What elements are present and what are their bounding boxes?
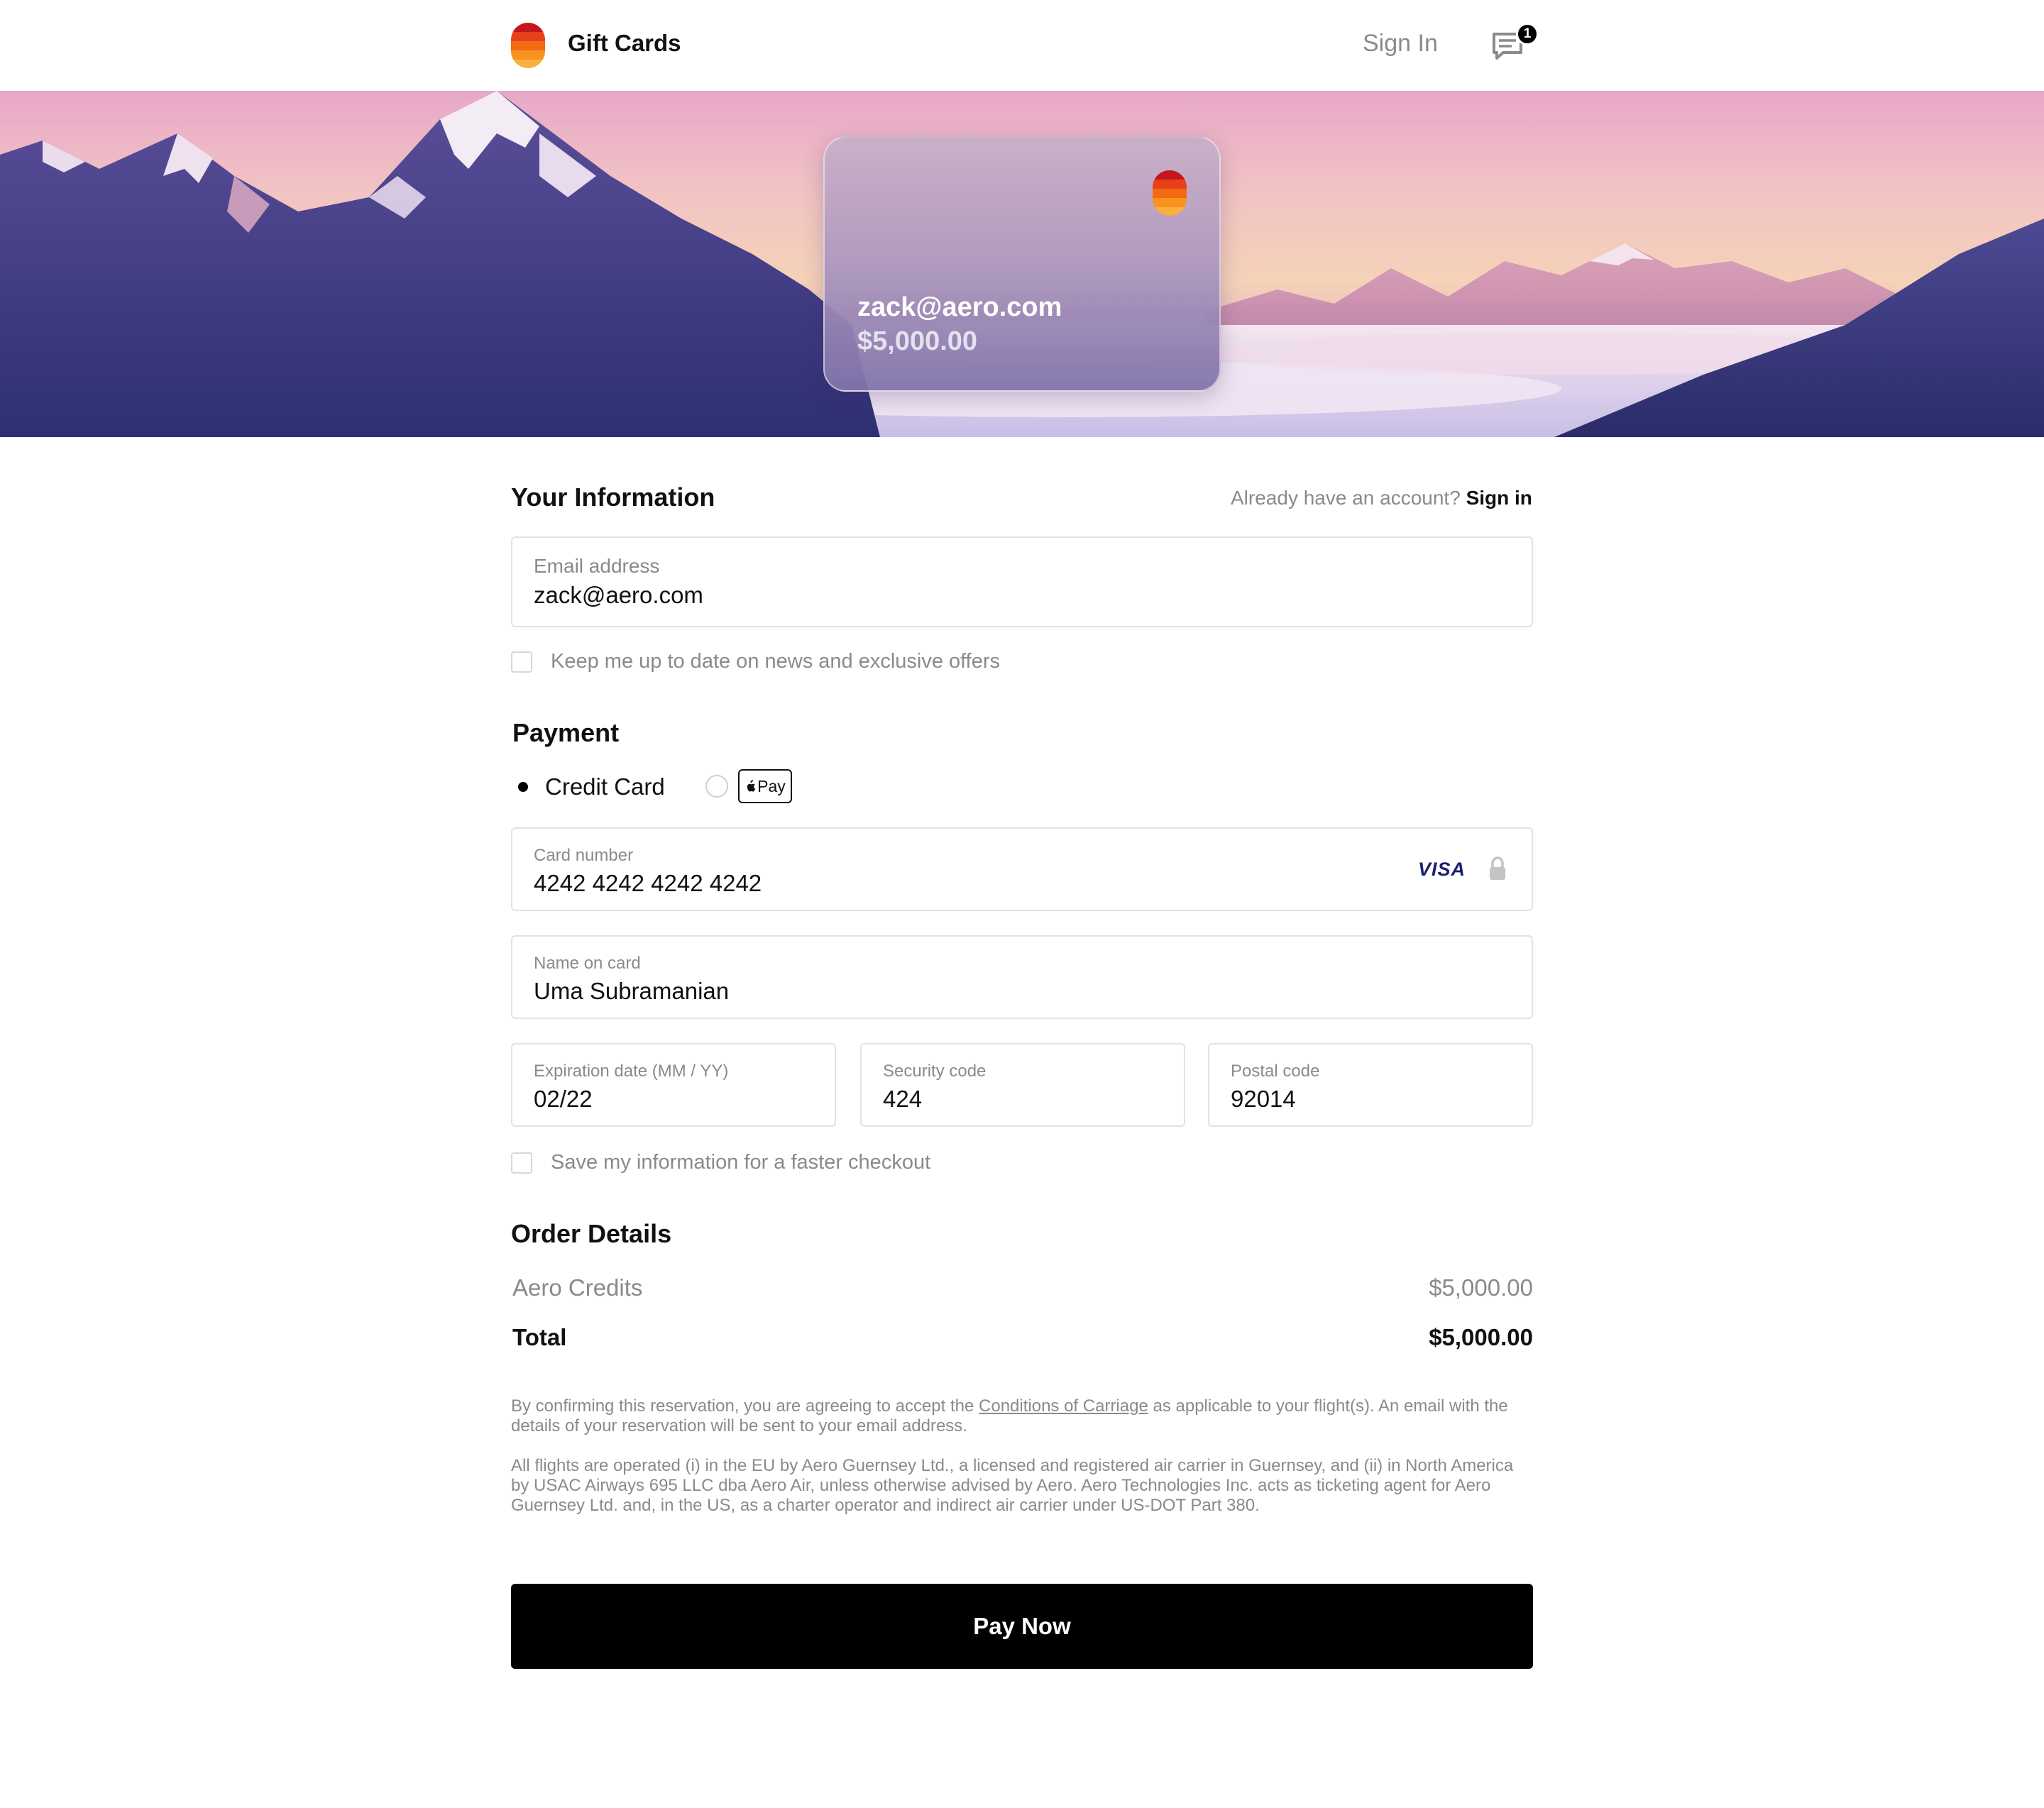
terms-paragraph: By confirming this reservation, you are …	[511, 1396, 1533, 1436]
postal-code-field[interactable]: Postal code 92014	[1208, 1043, 1533, 1127]
conditions-of-carriage-link[interactable]: Conditions of Carriage	[979, 1396, 1148, 1416]
save-info-checkbox[interactable]	[511, 1152, 532, 1174]
payment-heading: Payment	[512, 718, 620, 747]
sign-in-button[interactable]: Sign In	[1363, 30, 1438, 57]
card-amount: $5,000.00	[857, 326, 978, 356]
your-information-heading: Your Information	[511, 483, 715, 512]
hero-banner: zack@aero.com $5,000.00	[0, 91, 2044, 437]
visa-icon: VISA	[1418, 859, 1466, 880]
card-number-label: Card number	[534, 846, 634, 865]
postal-code-label: Postal code	[1231, 1062, 1320, 1081]
postal-code-value[interactable]: 92014	[1231, 1086, 1296, 1113]
email-field[interactable]: Email address zack@aero.com	[511, 536, 1533, 627]
order-item-label: Aero Credits	[512, 1274, 643, 1301]
card-logo-icon	[1153, 170, 1187, 216]
apple-pay-label: Pay	[757, 776, 786, 795]
email-label: Email address	[534, 555, 660, 577]
security-code-label: Security code	[883, 1062, 987, 1081]
pay-now-button[interactable]: Pay Now	[511, 1584, 1533, 1669]
credit-card-label[interactable]: Credit Card	[545, 773, 665, 800]
apple-pay-badge[interactable]: Pay	[738, 769, 792, 803]
security-code-field[interactable]: Security code 424	[860, 1043, 1185, 1127]
expiration-date-value[interactable]: 02/22	[534, 1086, 593, 1113]
order-item-price: $5,000.00	[1429, 1274, 1533, 1301]
apple-icon	[747, 780, 756, 792]
order-total-label: Total	[512, 1324, 567, 1350]
apple-pay-radio[interactable]	[705, 775, 728, 798]
page-brand-title: Gift Cards	[568, 30, 681, 56]
order-total-price: $5,000.00	[1429, 1324, 1533, 1350]
operator-disclosure: All flights are operated (i) in the EU b…	[511, 1456, 1514, 1515]
save-info-label: Save my information for a faster checkou…	[551, 1151, 931, 1174]
aero-logo-icon[interactable]	[511, 23, 545, 68]
expiration-date-field[interactable]: Expiration date (MM / YY) 02/22	[511, 1043, 836, 1127]
account-prompt-text: Already have an account?	[1231, 487, 1461, 509]
sign-in-link[interactable]: Sign in	[1466, 487, 1532, 509]
card-number-value[interactable]: 4242 4242 4242 4242	[534, 870, 762, 897]
notification-badge: 1	[1516, 23, 1539, 45]
email-value[interactable]: zack@aero.com	[534, 582, 703, 609]
newsletter-label: Keep me up to date on news and exclusive…	[551, 650, 1001, 673]
name-on-card-value[interactable]: Uma Subramanian	[534, 978, 729, 1005]
top-nav: Gift Cards Sign In 1	[0, 0, 2044, 91]
security-code-value[interactable]: 424	[883, 1086, 922, 1113]
credit-card-radio[interactable]	[511, 775, 534, 798]
expiration-date-label: Expiration date (MM / YY)	[534, 1062, 729, 1081]
order-details-heading: Order Details	[511, 1219, 672, 1248]
name-on-card-label: Name on card	[534, 954, 641, 973]
account-prompt: Already have an account? Sign in	[1231, 487, 1532, 509]
card-email: zack@aero.com	[857, 292, 1062, 322]
card-number-field[interactable]: Card number 4242 4242 4242 4242	[511, 827, 1533, 911]
newsletter-checkbox[interactable]	[511, 651, 532, 673]
terms-text-start: By confirming this reservation, you are …	[511, 1396, 979, 1416]
name-on-card-field[interactable]: Name on card Uma Subramanian	[511, 935, 1533, 1019]
lock-icon	[1490, 856, 1505, 880]
